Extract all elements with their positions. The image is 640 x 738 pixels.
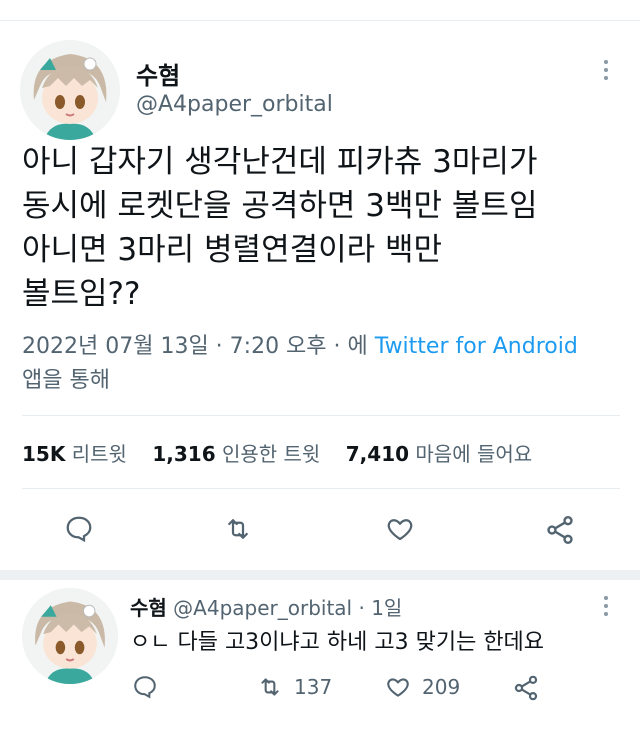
reply-time[interactable]: · 1일 bbox=[358, 596, 402, 620]
tweet-text-line: 동시에 로켓단을 공격하면 3백만 볼트임 bbox=[22, 188, 538, 224]
quotes-label: 인용한 트윗 bbox=[221, 442, 321, 466]
reply-like-count: 209 bbox=[422, 675, 461, 699]
retweets-stat[interactable]: 15K 리트윗 bbox=[22, 442, 127, 466]
quotes-count: 1,316 bbox=[152, 442, 216, 466]
timestamp[interactable]: 2022년 07월 13일 · 7:20 오후 · 에 bbox=[22, 334, 368, 359]
reply-share-button[interactable] bbox=[512, 674, 540, 702]
reply-icon bbox=[66, 516, 92, 543]
tweet-text: 아니 갑자기 생각난건데 피카츄 3마리가 동시에 로켓단을 공격하면 3백만 … bbox=[22, 140, 622, 316]
share-button[interactable] bbox=[544, 514, 576, 546]
reply-header: 수혐 @A4paper_orbital · 1일 bbox=[130, 592, 402, 621]
section-divider bbox=[0, 570, 640, 580]
retweets-count: 15K bbox=[22, 442, 66, 466]
likes-label: 마음에 들어요 bbox=[415, 442, 533, 466]
tweet-text-line: 아니면 3마리 병렬연결이라 백만 bbox=[22, 232, 443, 268]
reply-icon bbox=[134, 676, 156, 699]
source-suffix: 앱을 통해 bbox=[22, 368, 110, 393]
likes-count: 7,410 bbox=[345, 442, 410, 466]
likes-stat[interactable]: 7,410 마음에 들어요 bbox=[346, 442, 532, 466]
like-icon bbox=[387, 519, 413, 541]
reply-button[interactable] bbox=[64, 514, 94, 544]
retweets-label: 리트윗 bbox=[71, 442, 127, 466]
tweet-text-line: 볼트임?? bbox=[22, 276, 141, 312]
reply-avatar[interactable] bbox=[22, 588, 118, 684]
reply-text: ㅇㄴ 다들 고3이냐고 하네 고3 맞기는 한데요 bbox=[130, 630, 545, 655]
retweet-button[interactable] bbox=[222, 514, 254, 544]
divider bbox=[22, 415, 620, 416]
tweet-stats: 15K 리트윗 1,316 인용한 트윗 7,410 마음에 들어요 bbox=[22, 438, 532, 467]
source-link[interactable]: Twitter for Android bbox=[375, 334, 578, 359]
share-icon bbox=[514, 675, 538, 701]
reply-retweet-button[interactable]: 137 bbox=[256, 674, 332, 700]
reply-reply-button[interactable] bbox=[132, 674, 158, 700]
like-button[interactable] bbox=[384, 514, 416, 544]
reply-retweet-count: 137 bbox=[294, 675, 333, 699]
more-icon[interactable] bbox=[604, 592, 608, 620]
reply-like-button[interactable]: 209 bbox=[384, 674, 460, 700]
like-icon bbox=[387, 678, 409, 697]
quotes-stat[interactable]: 1,316 인용한 트윗 bbox=[152, 442, 320, 466]
retweet-icon bbox=[261, 678, 279, 696]
author-name[interactable]: 수혐 bbox=[136, 56, 180, 91]
tweet-text-line: 아니 갑자기 생각난건데 피카츄 3마리가 bbox=[22, 144, 538, 180]
avatar[interactable] bbox=[20, 40, 120, 140]
author-handle[interactable]: @A4paper_orbital bbox=[136, 92, 333, 117]
share-icon bbox=[547, 516, 573, 544]
reply-handle[interactable]: @A4paper_orbital bbox=[173, 596, 352, 620]
retweet-icon bbox=[228, 519, 248, 539]
more-icon[interactable] bbox=[604, 56, 608, 84]
divider bbox=[22, 488, 620, 489]
tweet-meta: 2022년 07월 13일 · 7:20 오후 · 에 Twitter for … bbox=[22, 330, 622, 398]
reply-author-name[interactable]: 수혐 bbox=[130, 596, 167, 620]
top-divider bbox=[0, 20, 640, 21]
